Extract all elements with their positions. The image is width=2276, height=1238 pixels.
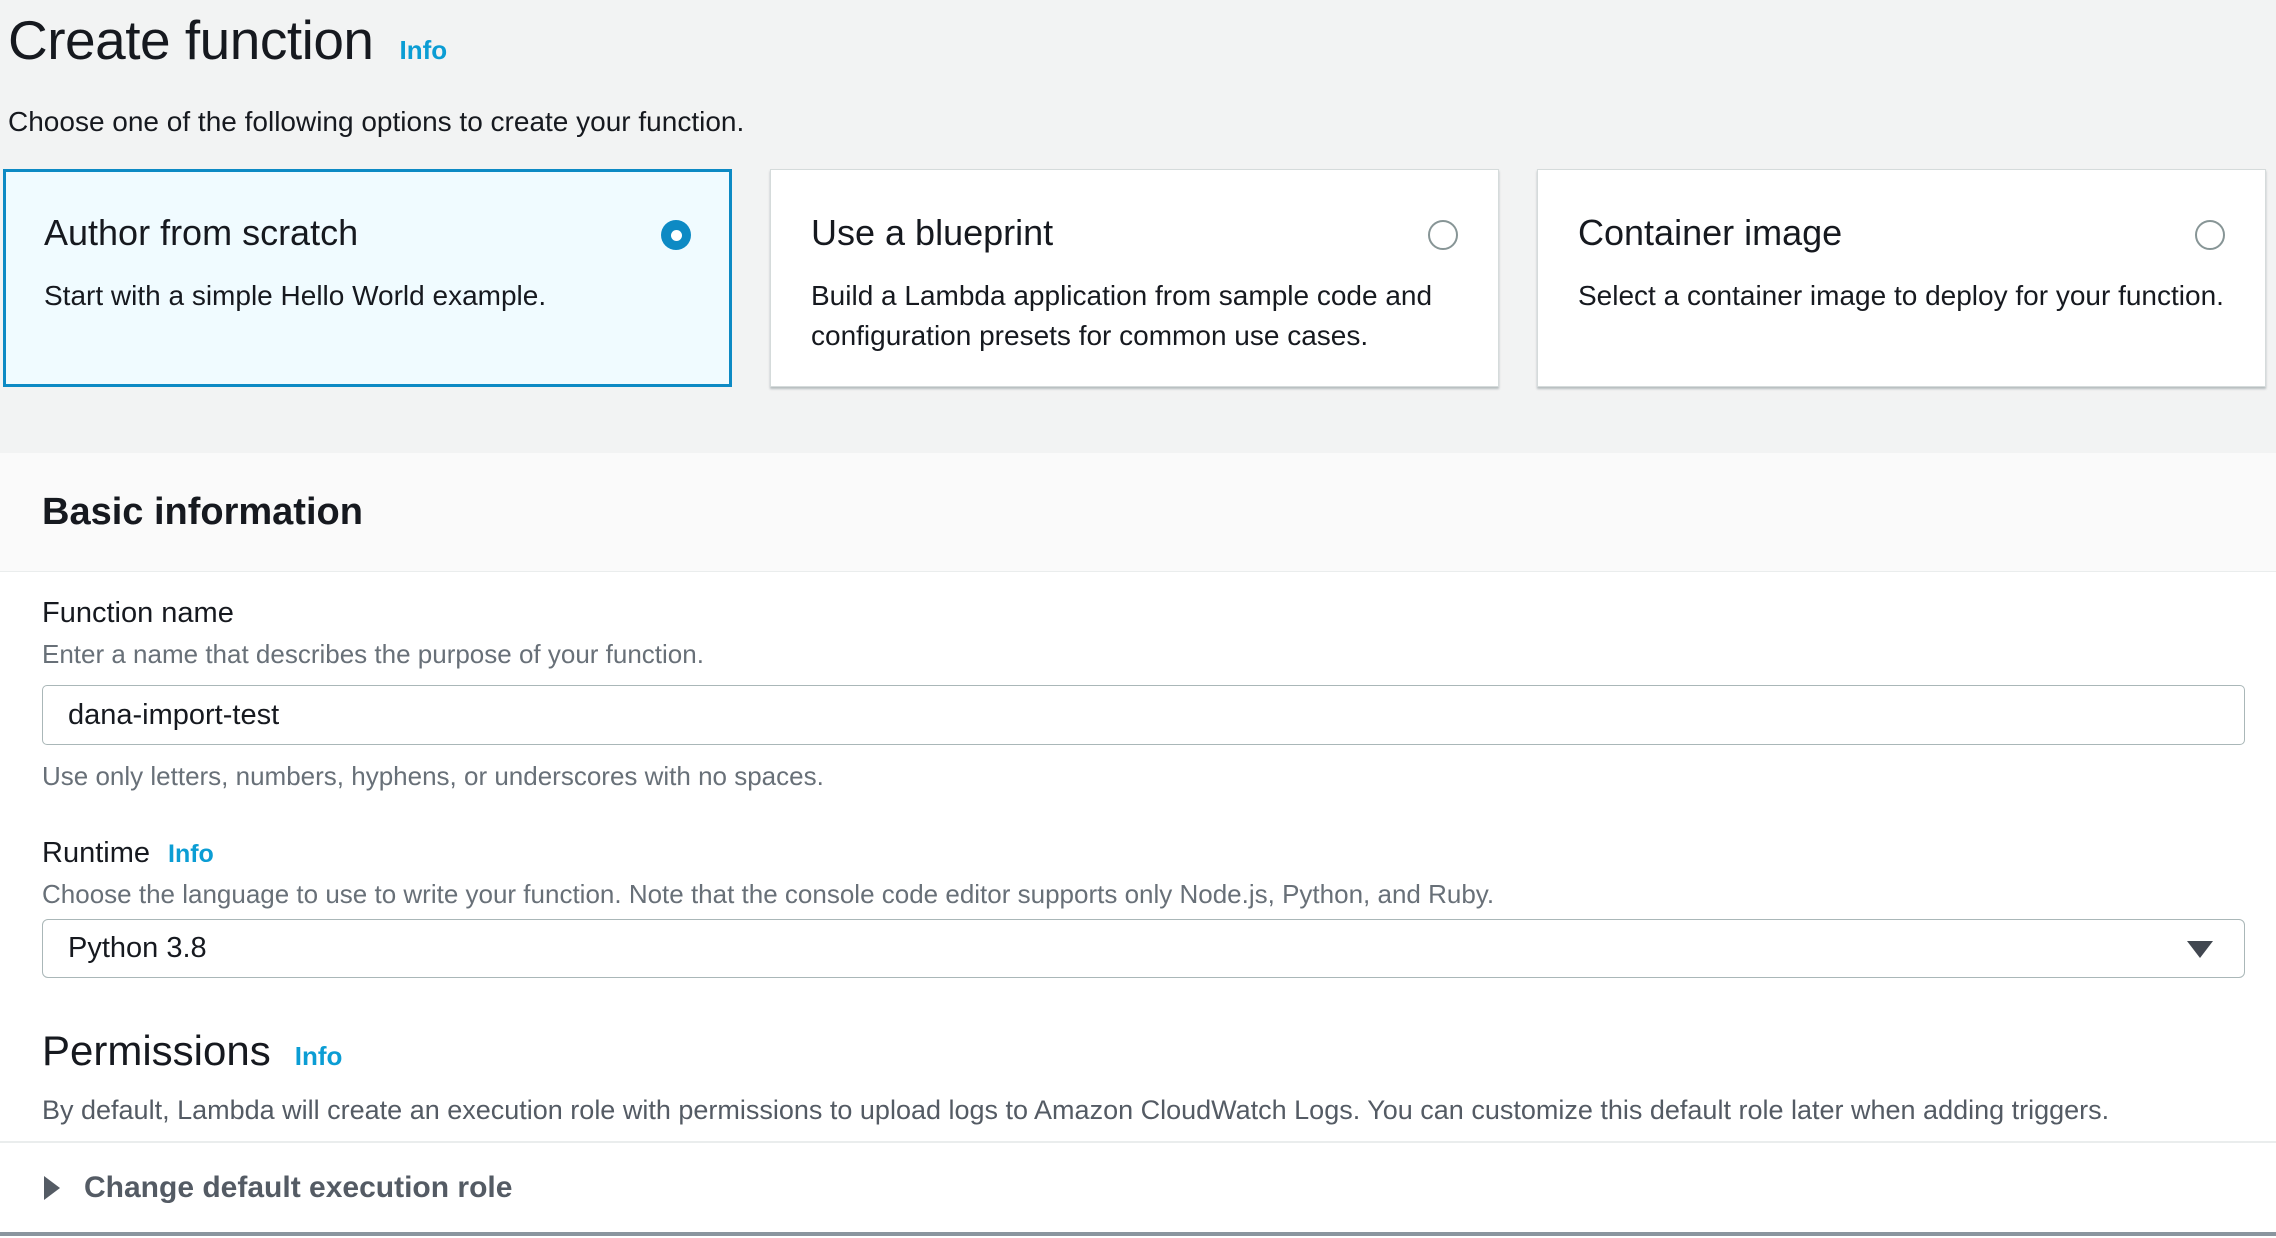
card-description: Select a container image to deploy for y… [1578, 276, 2225, 316]
card-title: Author from scratch [44, 212, 358, 254]
basic-information-body: Function name Enter a name that describe… [0, 572, 2276, 1126]
option-card-use-a-blueprint[interactable]: Use a blueprint Build a Lambda applicati… [770, 169, 1499, 387]
container-image-radio[interactable] [2195, 220, 2225, 250]
permissions-info-link[interactable]: Info [295, 1041, 343, 1072]
change-default-execution-role-expander[interactable]: Change default execution role [0, 1141, 2276, 1232]
title-info-link[interactable]: Info [400, 35, 448, 66]
card-description: Build a Lambda application from sample c… [811, 276, 1458, 356]
runtime-select[interactable]: Python 3.8 [42, 919, 2245, 978]
basic-information-panel: Basic information Function name Enter a … [0, 453, 2276, 1238]
expander-label: Change default execution role [84, 1171, 512, 1205]
author-from-scratch-radio[interactable] [661, 220, 691, 250]
page-header: Create function Info Choose one of the f… [0, 0, 2276, 138]
permissions-section: Permissions Info By default, Lambda will… [42, 1027, 2245, 1126]
permissions-description: By default, Lambda will create an execut… [42, 1095, 2245, 1126]
function-name-input[interactable] [42, 685, 2245, 745]
function-name-constraint: Use only letters, numbers, hyphens, or u… [42, 761, 2245, 792]
runtime-label: Runtime [42, 837, 150, 870]
runtime-description: Choose the language to use to write your… [42, 879, 2245, 910]
card-title: Use a blueprint [811, 212, 1053, 254]
option-card-author-from-scratch[interactable]: Author from scratch Start with a simple … [3, 169, 732, 387]
card-description: Start with a simple Hello World example. [44, 276, 691, 316]
runtime-selected-value: Python 3.8 [68, 932, 207, 965]
runtime-info-link[interactable]: Info [168, 840, 214, 869]
option-card-container-image[interactable]: Container image Select a container image… [1537, 169, 2266, 387]
create-function-page: Create function Info Choose one of the f… [0, 0, 2276, 1238]
page-subtitle: Choose one of the following options to c… [8, 106, 2276, 138]
runtime-field-group: Runtime Info Choose the language to use … [42, 837, 2245, 978]
card-title: Container image [1578, 212, 1842, 254]
dropdown-arrow-icon [2187, 941, 2213, 958]
function-name-field-group: Function name Enter a name that describe… [42, 597, 2245, 792]
creation-option-cards: Author from scratch Start with a simple … [3, 169, 2276, 387]
page-title: Create function [8, 8, 374, 72]
expand-arrow-icon [44, 1176, 60, 1200]
function-name-label: Function name [42, 597, 2245, 630]
bottom-divider [0, 1232, 2276, 1236]
function-name-description: Enter a name that describes the purpose … [42, 639, 2245, 670]
permissions-heading: Permissions [42, 1027, 271, 1075]
basic-information-heading: Basic information [42, 491, 363, 534]
use-a-blueprint-radio[interactable] [1428, 220, 1458, 250]
basic-information-header: Basic information [0, 453, 2276, 572]
